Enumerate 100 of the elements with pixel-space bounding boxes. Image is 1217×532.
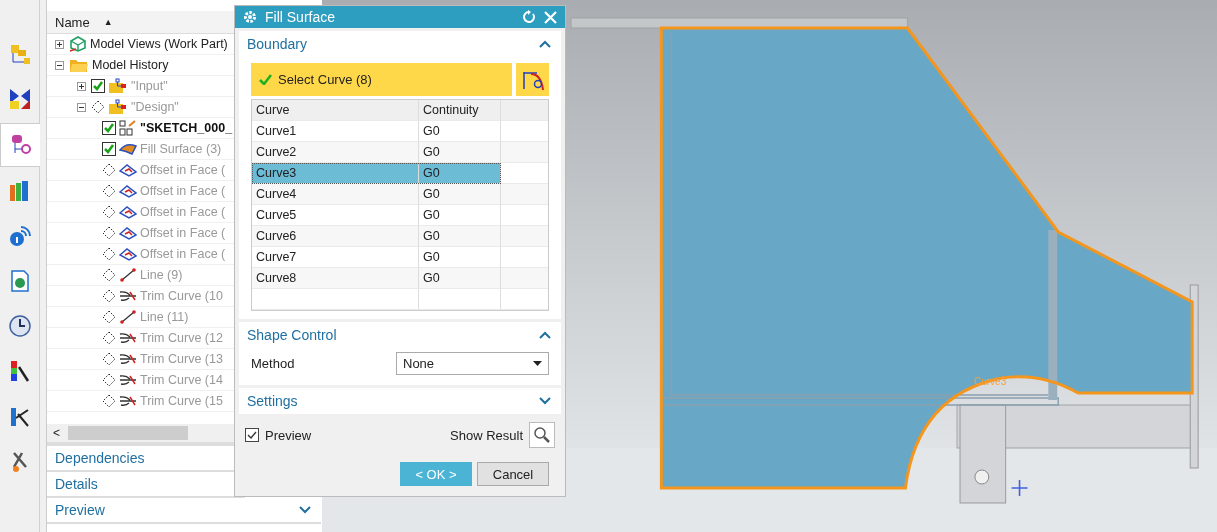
table-row[interactable]: Curve3 G0 <box>252 163 501 184</box>
hidden-state-icon[interactable] <box>91 100 105 114</box>
surface-icon <box>119 142 137 156</box>
scroll-left-arrow[interactable]: < <box>53 426 60 440</box>
settings-icon <box>243 10 257 24</box>
show-result-label: Show Result <box>450 427 523 443</box>
expand-toggle[interactable] <box>55 60 64 70</box>
table-cell: G0 <box>419 268 501 289</box>
checkbox[interactable] <box>102 142 116 156</box>
tree-item[interactable]: Offset in Face ( <box>140 184 226 198</box>
folder-icon <box>108 78 128 94</box>
tree-item[interactable]: "SKETCH_000_ <box>140 121 233 135</box>
tree-item[interactable]: Trim Curve (14 <box>140 373 223 387</box>
trim-icon <box>119 289 137 303</box>
scrollbar-thumb[interactable] <box>68 426 188 440</box>
expand-toggle[interactable] <box>77 81 86 91</box>
tree-item[interactable]: Trim Curve (10 <box>140 289 223 303</box>
hidden-state-icon[interactable] <box>102 352 116 366</box>
field-label: Method <box>251 356 295 371</box>
panel-header[interactable]: Preview <box>55 502 105 518</box>
offset-icon <box>119 163 137 177</box>
table-cell: Curve8 <box>252 268 419 289</box>
chevron-icon[interactable] <box>539 331 551 339</box>
tree-item[interactable]: Offset in Face ( <box>140 226 226 240</box>
hidden-state-icon[interactable] <box>102 310 116 324</box>
hidden-state-icon[interactable] <box>102 205 116 219</box>
folder-icon <box>69 57 89 73</box>
table-cell: Curve6 <box>252 226 419 247</box>
reset-icon[interactable] <box>522 10 536 24</box>
checkbox[interactable] <box>245 428 259 442</box>
check-icon <box>259 74 272 85</box>
dropdown-arrow-icon <box>533 361 542 366</box>
search-icon <box>533 426 551 444</box>
tree-item[interactable]: Model History <box>92 58 169 72</box>
hidden-state-icon[interactable] <box>102 247 116 261</box>
crosshair-icon <box>1010 479 1029 497</box>
tree-item[interactable]: Trim Curve (13 <box>140 352 223 366</box>
hidden-state-icon[interactable] <box>102 394 116 408</box>
checkbox[interactable] <box>91 79 105 93</box>
column-header[interactable]: Name <box>55 14 90 30</box>
tree-item[interactable]: Line (9) <box>140 268 183 282</box>
hidden-state-icon[interactable] <box>102 268 116 282</box>
offset-icon <box>119 247 137 261</box>
panel-header[interactable]: Details <box>55 476 98 492</box>
tree-item[interactable]: "Input" <box>131 79 168 93</box>
tree-item[interactable]: "Design" <box>131 100 179 114</box>
curve-label: Curve3 <box>974 376 1007 387</box>
tree-item[interactable]: Trim Curve (12 <box>140 331 223 345</box>
chevron-icon[interactable] <box>539 40 551 48</box>
folder-icon <box>108 99 128 115</box>
tree-item[interactable]: Offset in Face ( <box>140 247 226 261</box>
method-dropdown[interactable]: None <box>396 352 549 375</box>
cube-icon <box>69 36 87 52</box>
section-header[interactable]: Settings <box>247 393 298 409</box>
hidden-state-icon[interactable] <box>102 289 116 303</box>
column-header[interactable]: Curve <box>252 100 419 121</box>
trim-icon <box>119 373 137 387</box>
hidden-state-icon[interactable] <box>102 373 116 387</box>
tree-item[interactable]: Line (11) <box>140 310 189 324</box>
hidden-state-icon[interactable] <box>102 226 116 240</box>
table-cell: G0 <box>419 226 501 247</box>
section-header[interactable]: Boundary <box>247 36 307 52</box>
dialog-title: Fill Surface <box>265 9 337 25</box>
select-curve-button[interactable]: Select Curve (8) <box>251 63 512 96</box>
trim-icon <box>119 331 137 345</box>
hidden-state-icon[interactable] <box>102 331 116 345</box>
panel-header[interactable]: Dependencies <box>55 450 145 466</box>
show-result-button[interactable] <box>529 422 555 448</box>
cancel-button[interactable]: Cancel <box>477 462 549 486</box>
table-cell: G0 <box>419 184 501 205</box>
hidden-state-icon[interactable] <box>102 184 116 198</box>
offset-icon <box>119 184 137 198</box>
section-header[interactable]: Shape Control <box>247 327 337 343</box>
hidden-state-icon[interactable] <box>102 163 116 177</box>
tree-item[interactable]: Offset in Face ( <box>140 163 226 177</box>
constraint-icon <box>7 87 32 111</box>
trim-icon <box>119 394 137 408</box>
column-header[interactable]: Continuity <box>419 100 501 121</box>
checkbox-label[interactable]: Preview <box>265 427 444 443</box>
checkbox[interactable] <box>102 121 116 135</box>
clock-icon <box>7 314 32 338</box>
offset-icon <box>119 226 137 240</box>
chevron-icon[interactable] <box>539 397 551 405</box>
chevron-icon[interactable] <box>299 506 311 514</box>
sort-indicator: ▲ <box>103 17 113 27</box>
line-icon <box>119 268 137 282</box>
close-icon[interactable] <box>544 10 557 24</box>
tree-item[interactable]: Trim Curve (15 <box>140 394 223 408</box>
line-icon <box>119 310 137 324</box>
table-cell: Curve4 <box>252 184 419 205</box>
curve-rule-button[interactable] <box>516 63 549 96</box>
expand-toggle[interactable] <box>77 102 86 112</box>
tree-item[interactable]: Model Views (Work Part) <box>90 37 228 51</box>
expand-toggle[interactable] <box>55 39 64 49</box>
offset-icon <box>119 205 137 219</box>
info-icon <box>7 224 32 248</box>
tree-item[interactable]: Fill Surface (3) <box>140 142 222 156</box>
tree-item[interactable]: Offset in Face ( <box>140 205 226 219</box>
sketch-icon <box>119 120 137 136</box>
trim-icon <box>119 352 137 366</box>
